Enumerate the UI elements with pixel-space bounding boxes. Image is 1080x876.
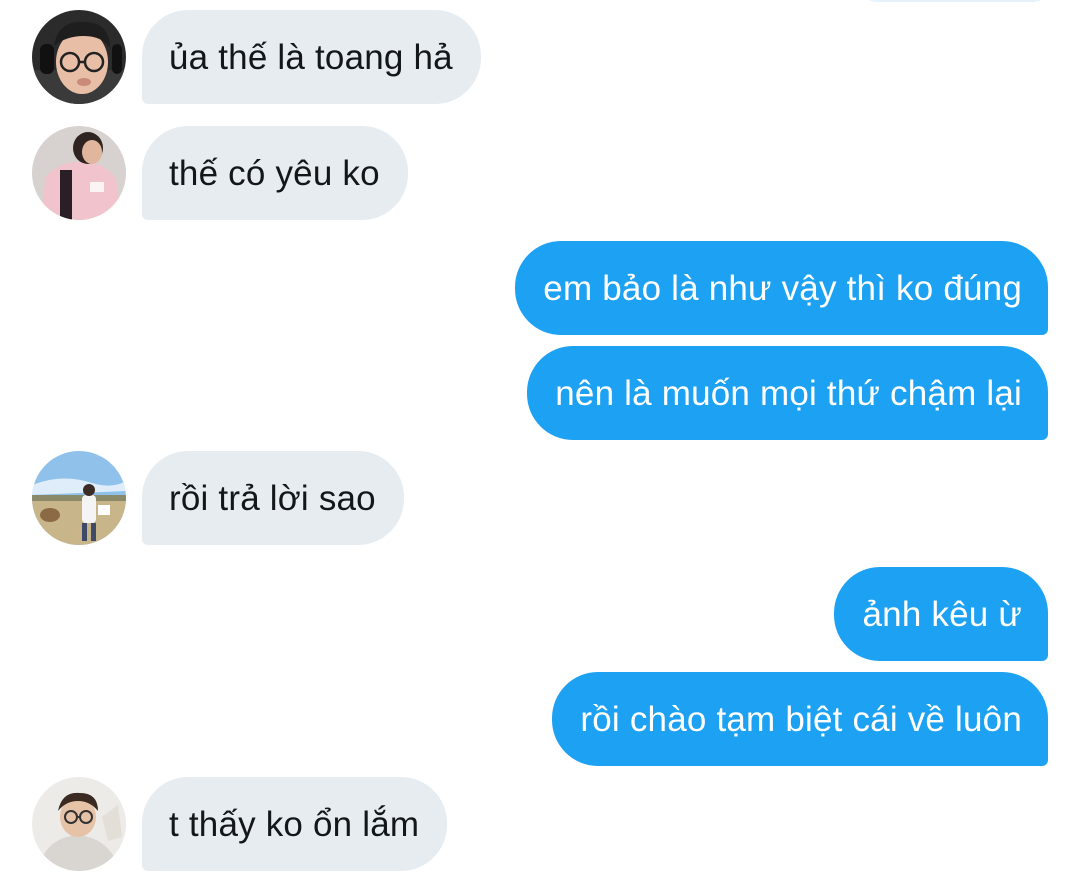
avatar-glasses-headset-icon[interactable] (32, 10, 126, 104)
message-bubble-incoming[interactable]: thế có yêu ko (142, 126, 408, 220)
message-text: rồi trả lời sao (169, 478, 376, 518)
message-bubble-incoming[interactable]: t thấy ko ổn lắm (142, 777, 448, 871)
message-text: rồi chào tạm biệt cái về luôn (580, 699, 1022, 739)
avatar-pink-jacket-icon[interactable] (32, 126, 126, 220)
previous-message-bubble-edge (862, 0, 1048, 2)
message-text: ủa thế là toang hả (169, 37, 453, 77)
message-row-incoming: thế có yêu ko (0, 126, 1080, 220)
message-text: thế có yêu ko (169, 153, 380, 193)
message-row-incoming: rồi trả lời sao (0, 451, 1080, 545)
message-row-outgoing: rồi chào tạm biệt cái về luôn (0, 672, 1080, 766)
message-row-incoming: t thấy ko ổn lắm (0, 777, 1080, 871)
message-bubble-outgoing[interactable]: nên là muốn mọi thứ chậm lại (527, 346, 1048, 440)
avatar-glasses-hoodie-icon[interactable] (32, 777, 126, 871)
message-text: t thấy ko ổn lắm (169, 804, 420, 844)
message-bubble-incoming[interactable]: rồi trả lời sao (142, 451, 404, 545)
avatar-outdoor-field-icon[interactable] (32, 451, 126, 545)
message-row-incoming: ủa thế là toang hả (0, 10, 1080, 104)
message-row-outgoing: ảnh kêu ừ (0, 567, 1080, 661)
message-bubble-outgoing[interactable]: em bảo là như vậy thì ko đúng (515, 241, 1048, 335)
message-bubble-outgoing[interactable]: ảnh kêu ừ (834, 567, 1048, 661)
message-text: em bảo là như vậy thì ko đúng (543, 268, 1022, 308)
message-row-outgoing: em bảo là như vậy thì ko đúng (0, 241, 1080, 335)
message-text: ảnh kêu ừ (862, 594, 1022, 634)
message-thread: ủa thế là toang hả thế có yêu ko em bảo … (0, 0, 1080, 876)
message-bubble-outgoing[interactable]: rồi chào tạm biệt cái về luôn (552, 672, 1048, 766)
message-bubble-incoming[interactable]: ủa thế là toang hả (142, 10, 481, 104)
message-row-outgoing: nên là muốn mọi thứ chậm lại (0, 346, 1080, 440)
message-text: nên là muốn mọi thứ chậm lại (555, 373, 1022, 413)
